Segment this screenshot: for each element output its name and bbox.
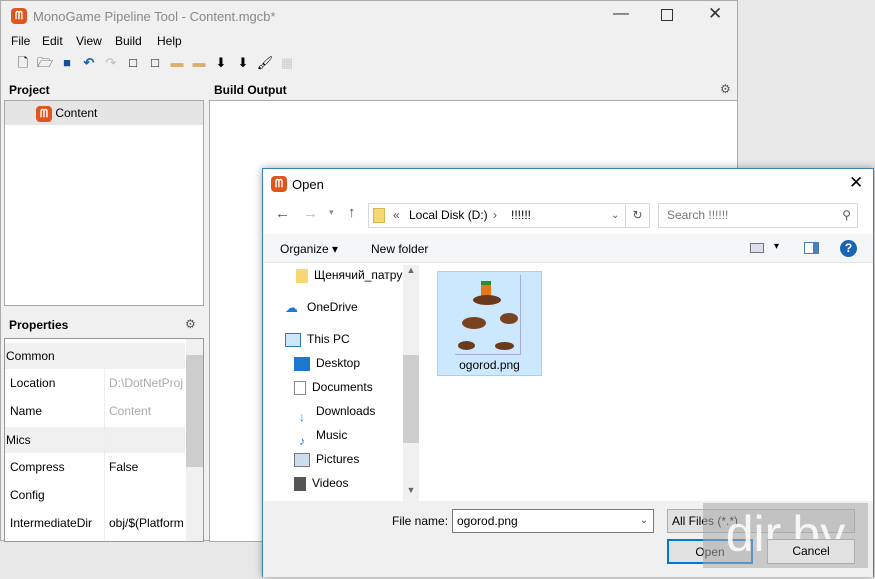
- videos-icon: [294, 476, 306, 491]
- address-dropdown-icon[interactable]: ⌄: [611, 204, 619, 227]
- view-dropdown-icon[interactable]: ▾: [774, 241, 779, 252]
- dialog-toolbar: Organize ▾ New folder ▾ ?: [263, 234, 873, 263]
- help-icon[interactable]: ?: [840, 240, 857, 257]
- scrollbar-thumb[interactable]: [186, 355, 203, 467]
- project-header: Project: [9, 83, 50, 97]
- clean-icon[interactable]: 🖌: [255, 53, 275, 73]
- prop-compress[interactable]: Compress False: [5, 453, 185, 481]
- toolbar: 🗋 🗁 ■ ↶ ↷ □ □ ▬ ▬ ⬇ ⬇ 🖌 ▦: [13, 53, 297, 73]
- dialog-logo: ᗰ: [271, 176, 287, 192]
- project-tree: ᗰ Content: [4, 100, 204, 306]
- file-name-label: ogorod.png: [459, 358, 520, 372]
- forward-icon[interactable]: →: [303, 205, 318, 222]
- menu-build[interactable]: Build: [115, 34, 157, 48]
- dialog-close-button[interactable]: ✕: [849, 173, 863, 193]
- nav-scrollbar[interactable]: ▲ ▼: [403, 265, 419, 501]
- gear-icon[interactable]: ⚙: [720, 82, 731, 96]
- app-logo: ᗰ: [11, 8, 27, 24]
- nav-item-videos[interactable]: Videos: [294, 471, 348, 495]
- nav-item-pictures[interactable]: Pictures: [294, 447, 359, 471]
- menu-file[interactable]: File: [11, 34, 42, 48]
- rebuild-icon[interactable]: ⬇: [233, 53, 253, 73]
- navigation-pane: Щенячий_патру ☁ OneDrive This PC Desktop …: [263, 265, 419, 501]
- cloud-icon: ☁: [285, 299, 298, 315]
- tree-item-content[interactable]: ᗰ Content: [5, 101, 203, 125]
- menu-view[interactable]: View: [76, 34, 115, 48]
- undo-icon[interactable]: ↶: [79, 53, 99, 73]
- address-bar[interactable]: « Local Disk (D:) › !!!!!! ⌄ ↻: [368, 203, 650, 228]
- redo-icon[interactable]: ↷: [101, 53, 121, 73]
- breadcrumb-local-disk[interactable]: Local Disk (D:): [409, 204, 488, 227]
- desktop-icon: [294, 356, 310, 371]
- window-title: MonoGame Pipeline Tool - Content.mgcb*: [33, 9, 276, 24]
- nav-item-desktop[interactable]: Desktop: [294, 351, 360, 375]
- menu-edit[interactable]: Edit: [42, 34, 76, 48]
- nav-item-onedrive[interactable]: ☁ OneDrive: [285, 295, 358, 319]
- nav-item-folder[interactable]: Щенячий_патру: [296, 265, 402, 287]
- category-mics: Mics: [5, 427, 185, 453]
- folder-icon: [373, 208, 385, 223]
- preview-pane-icon[interactable]: [804, 242, 819, 254]
- save-icon[interactable]: ■: [57, 53, 77, 73]
- new-folder-button[interactable]: New folder: [371, 242, 428, 256]
- close-button[interactable]: ✕: [708, 4, 722, 24]
- prop-intermediatedir[interactable]: IntermediateDir obj/$(Platform: [5, 509, 185, 537]
- nav-scrollbar-thumb[interactable]: [403, 355, 419, 443]
- build-output-header: Build Output: [214, 83, 287, 97]
- computer-icon: [285, 332, 301, 347]
- minimize-button[interactable]: —: [613, 5, 629, 23]
- new-folder-icon[interactable]: ▬: [167, 53, 187, 73]
- dialog-footer: File name: ogorod.png ⌄ All Files (*.*) O…: [263, 501, 873, 577]
- open-dialog: ᗰ Open ✕ ← → ▾ ↑ « Local Disk (D:) › !!!…: [262, 168, 874, 577]
- file-name-caption: File name:: [392, 514, 449, 528]
- file-item-ogorod[interactable]: ogorod.png: [437, 271, 542, 376]
- file-type-select[interactable]: All Files (*.*): [667, 509, 855, 533]
- organize-button[interactable]: Organize ▾: [280, 242, 338, 256]
- properties-header: Properties: [9, 318, 69, 332]
- add-folder-icon[interactable]: ▬: [189, 53, 209, 73]
- dialog-title: Open: [292, 177, 324, 192]
- new-icon[interactable]: 🗋: [13, 53, 33, 73]
- monogame-icon: ᗰ: [36, 105, 52, 122]
- nav-item-documents[interactable]: Documents: [294, 375, 373, 399]
- properties-scrollbar[interactable]: [186, 339, 203, 541]
- properties-gear-icon[interactable]: ⚙: [185, 317, 196, 331]
- prop-name[interactable]: Name Content: [5, 397, 185, 425]
- category-common: Common: [5, 343, 185, 369]
- prop-location[interactable]: Location D:\DotNetProj: [5, 369, 185, 397]
- menu-bar: File Edit View Build Help: [11, 34, 182, 48]
- up-icon[interactable]: ↑: [348, 204, 356, 221]
- download-icon: ↓: [299, 409, 305, 424]
- new-item-icon[interactable]: □: [123, 53, 143, 73]
- properties-grid: Common Location D:\DotNetProj Name Content…: [4, 338, 204, 542]
- refresh-icon[interactable]: ↻: [625, 204, 649, 227]
- open-icon[interactable]: 🗁: [35, 53, 55, 73]
- nav-item-downloads[interactable]: ↓ Downloads: [294, 399, 375, 424]
- back-icon[interactable]: ←: [275, 205, 290, 222]
- cancel-button[interactable]: Cancel: [767, 539, 855, 564]
- chevron-down-icon: ⌄: [639, 515, 648, 526]
- prop-config[interactable]: Config: [5, 481, 185, 509]
- documents-icon: [294, 380, 306, 395]
- image-thumbnail: [455, 275, 521, 355]
- menu-help[interactable]: Help: [157, 34, 182, 48]
- search-input[interactable]: Search !!!!!! ⚲: [658, 203, 858, 228]
- breadcrumb-folder[interactable]: !!!!!!: [511, 204, 531, 227]
- build-icon[interactable]: ⬇: [211, 53, 231, 73]
- maximize-button[interactable]: [661, 9, 673, 21]
- search-icon: ⚲: [842, 208, 851, 222]
- nav-item-this-pc[interactable]: This PC: [285, 327, 350, 351]
- nav-item-music[interactable]: ♪ Music: [294, 423, 347, 448]
- add-item-icon[interactable]: □: [145, 53, 165, 73]
- music-icon: ♪: [299, 433, 305, 448]
- pictures-icon: [294, 452, 310, 467]
- file-name-input[interactable]: ogorod.png ⌄: [452, 509, 654, 533]
- recent-dropdown-icon[interactable]: ▾: [329, 207, 334, 218]
- cancel-build-icon[interactable]: ▦: [277, 53, 297, 73]
- view-icon[interactable]: [750, 243, 764, 253]
- open-button[interactable]: Open: [667, 539, 753, 564]
